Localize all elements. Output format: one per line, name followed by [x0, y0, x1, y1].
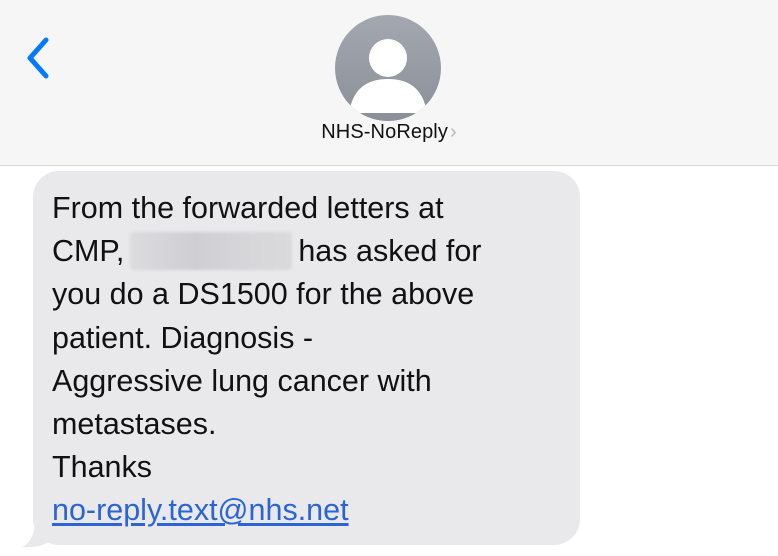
message-text: has asked for — [298, 234, 482, 269]
message-line: CMP, has asked for — [52, 230, 562, 273]
message-line: metastases. — [52, 407, 217, 442]
message-line: Thanks — [52, 450, 153, 485]
email-link[interactable]: no-reply.text@nhs.net — [52, 493, 349, 527]
message-line: From the forwarded letters at — [52, 191, 444, 225]
message-line: no-reply.text@nhs.net — [52, 489, 562, 532]
contact-name-row[interactable]: NHS-NoReply › — [0, 121, 778, 144]
chevron-right-icon: › — [449, 121, 457, 143]
message-text: CMP, — [52, 234, 125, 269]
chevron-left-icon — [27, 37, 49, 79]
back-button[interactable] — [22, 34, 56, 82]
message-bubble[interactable]: From the forwarded letters at CMP, has as… — [33, 171, 580, 545]
person-placeholder-icon — [349, 39, 427, 113]
conversation-header: NHS-NoReply › — [0, 0, 778, 166]
contact-name: NHS-NoReply — [321, 121, 448, 143]
message-line: you do a DS1500 for the above — [52, 277, 475, 312]
message-line: Aggressive lung cancer with — [52, 363, 432, 398]
redacted-name — [130, 232, 293, 271]
avatar[interactable] — [335, 15, 441, 121]
message-line: patient. Diagnosis - — [52, 320, 314, 355]
